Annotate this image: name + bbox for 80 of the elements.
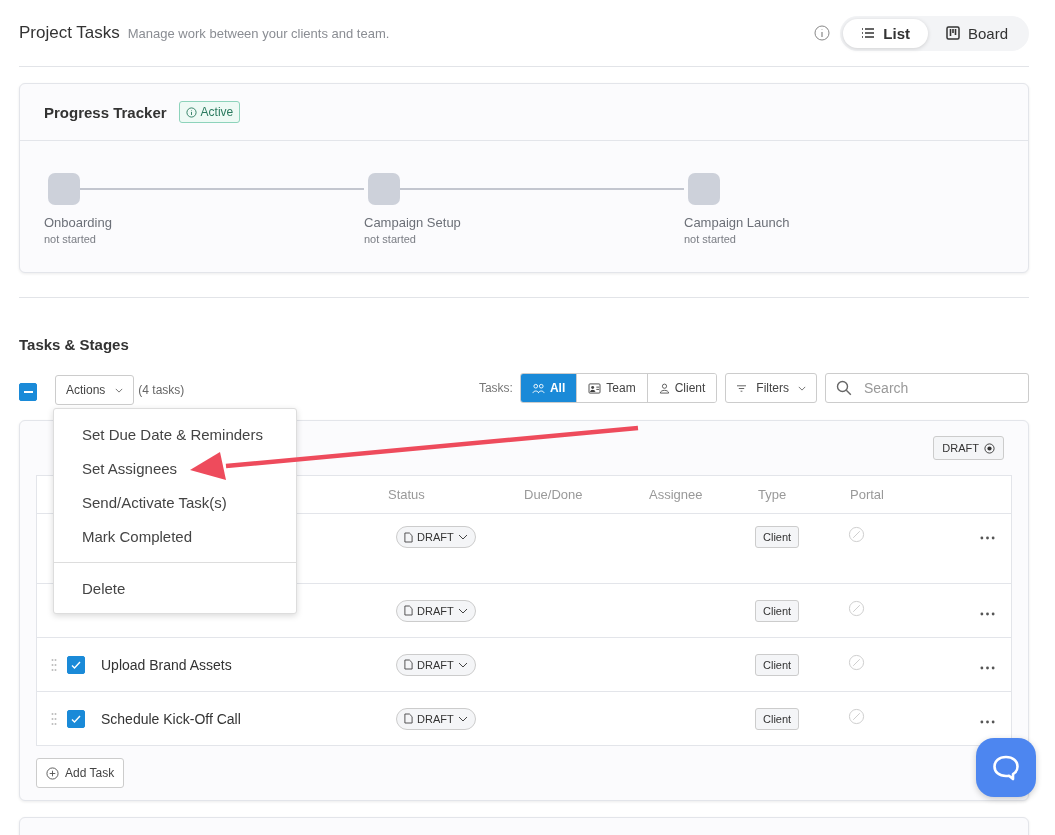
- status-dropdown[interactable]: DRAFT: [396, 526, 476, 548]
- section-title: Tasks & Stages: [19, 336, 130, 353]
- info-icon[interactable]: [814, 25, 831, 41]
- document-icon: [404, 713, 413, 724]
- document-icon: [404, 659, 413, 670]
- menu-item[interactable]: Set Assignees: [54, 451, 296, 485]
- filters-button[interactable]: Filters: [725, 373, 817, 403]
- people-icon: [531, 382, 545, 394]
- more-icon[interactable]: [980, 719, 995, 724]
- filter-tab[interactable]: Client: [646, 374, 717, 402]
- disabled-icon: [848, 708, 865, 725]
- info-icon: [185, 106, 197, 118]
- chevron-down-icon: [457, 607, 468, 614]
- filter-icon: [736, 383, 748, 393]
- type-tag: Client: [755, 707, 800, 730]
- view-tab[interactable]: List: [843, 18, 928, 48]
- chevron-down-icon: [115, 387, 124, 393]
- status-badge: Active: [178, 101, 241, 123]
- column-header: Due/Done: [524, 487, 584, 502]
- card-title: Progress Tracker: [44, 103, 167, 121]
- type-tag: Client: [755, 526, 800, 548]
- stage-node: [48, 173, 80, 205]
- disabled-icon: [848, 600, 865, 617]
- stage-node: [688, 173, 720, 205]
- plus-circle-icon: [46, 766, 59, 780]
- drag-handle-icon[interactable]: [51, 657, 57, 672]
- filter-label: Tasks:: [478, 381, 513, 395]
- id-card-icon: [588, 382, 602, 394]
- document-icon: [404, 531, 413, 543]
- column-header: Type: [758, 487, 788, 502]
- disabled-icon: [848, 526, 865, 543]
- task-checkbox[interactable]: [67, 655, 85, 674]
- status-dropdown[interactable]: DRAFT: [396, 599, 476, 622]
- type-tag: Client: [755, 653, 800, 676]
- stage-status: not started: [684, 233, 737, 245]
- menu-item[interactable]: Send/Activate Task(s): [54, 485, 296, 519]
- drag-handle-icon[interactable]: [51, 711, 57, 726]
- stage-status-badge[interactable]: DRAFT: [933, 436, 1004, 460]
- task-count: (4 tasks): [138, 383, 185, 397]
- stage-status: not started: [364, 233, 417, 245]
- stage-name: Campaign Launch: [684, 215, 791, 230]
- person-icon: [658, 382, 670, 394]
- page-subtitle: Manage work between your clients and team.: [127, 26, 390, 41]
- menu-item[interactable]: Mark Completed: [54, 519, 296, 553]
- more-icon[interactable]: [980, 536, 995, 540]
- radio-dot-icon: [984, 442, 995, 454]
- stage-name: Campaign Setup: [364, 215, 462, 230]
- search-field[interactable]: Search: [825, 373, 1029, 403]
- select-all-checkbox[interactable]: [19, 383, 37, 401]
- chevron-down-icon: [798, 385, 806, 391]
- chevron-down-icon: [457, 661, 468, 668]
- search-icon: [836, 380, 852, 396]
- status-dropdown[interactable]: DRAFT: [396, 707, 476, 730]
- column-header: Assignee: [649, 487, 704, 502]
- disabled-icon: [848, 654, 865, 671]
- menu-item[interactable]: Delete: [54, 571, 296, 605]
- filter-tab[interactable]: All: [520, 374, 577, 402]
- stage-name: Onboarding: [44, 215, 113, 230]
- stage-status: not started: [44, 233, 97, 245]
- more-icon[interactable]: [980, 665, 995, 670]
- status-dropdown[interactable]: DRAFT: [396, 653, 476, 676]
- board-icon: [945, 26, 960, 40]
- list-icon: [861, 27, 876, 39]
- chevron-down-icon: [457, 534, 468, 540]
- chat-button[interactable]: [976, 738, 1036, 797]
- view-tab[interactable]: Board: [927, 18, 1026, 48]
- page-title: Project Tasks: [19, 23, 120, 43]
- add-task-button[interactable]: Add Task: [36, 758, 125, 788]
- stage-node: [368, 173, 400, 205]
- more-icon[interactable]: [980, 611, 995, 616]
- column-header: Portal: [850, 487, 885, 502]
- task-name[interactable]: Schedule Kick-Off Call: [101, 710, 241, 727]
- column-header: Status: [388, 487, 426, 502]
- document-icon: [404, 605, 413, 616]
- menu-item[interactable]: Set Due Date & Reminders: [54, 417, 296, 451]
- task-name[interactable]: Upload Brand Assets: [101, 656, 232, 673]
- type-tag: Client: [755, 599, 800, 622]
- task-checkbox[interactable]: [67, 709, 85, 728]
- actions-dropdown[interactable]: Actions: [55, 375, 135, 405]
- chevron-down-icon: [457, 715, 468, 722]
